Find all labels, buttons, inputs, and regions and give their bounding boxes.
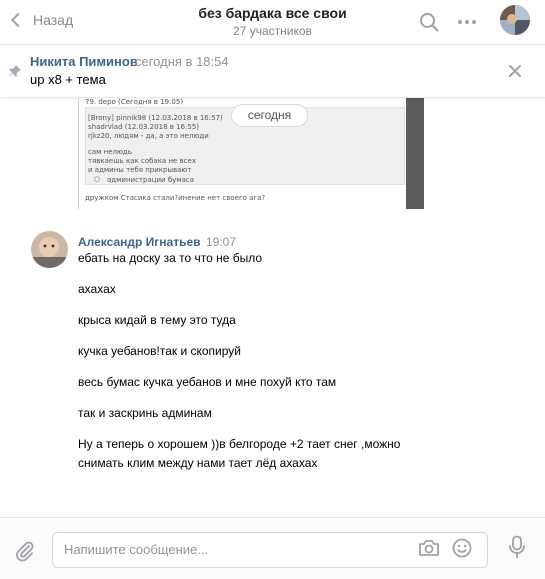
search-icon[interactable] (419, 12, 439, 32)
more-icon[interactable] (456, 12, 478, 32)
image-side-strip (406, 95, 424, 209)
pinned-text: up x8 + тема (30, 72, 106, 87)
message-time: 19:07 (206, 235, 237, 249)
message-text: Ну а теперь о хорошем ))в белгороде +2 т… (78, 437, 401, 451)
attachment-line: дружком Стасика стали?инение нет своего … (85, 194, 266, 202)
message-text: весь бумас кучка уебанов и мне похуй кто… (78, 375, 337, 389)
chat-avatar[interactable] (500, 5, 530, 35)
attachment-line: shadrvlad (12.03.2018 в 16:55) (88, 123, 200, 131)
message-text: крыса кидай в тему это туда (78, 313, 236, 327)
back-label: Назад (33, 12, 74, 28)
message-text: так и заскринь админам (78, 406, 212, 420)
chat-header: Назад без бардака все свои 27 участников (0, 0, 545, 45)
attachment-line: 79. depo (Сегодня в 19:05) (85, 98, 184, 106)
attachment-line: тявкаешь как собака не всех (88, 157, 196, 165)
back-button[interactable]: Назад (9, 9, 73, 31)
attachment-line: rjkz20, людям - да, а это нелюди (88, 132, 209, 140)
message-text: снимать клим между нами тает лёд ахахах (78, 456, 318, 470)
smile-icon[interactable] (452, 538, 472, 558)
camera-icon[interactable] (418, 538, 440, 558)
pinned-time: сегодня в 18:54 (135, 54, 229, 69)
message-text: кучка уебанов!так и скопируй (78, 344, 242, 358)
pinned-message[interactable]: Никита Пиминов сегодня в 18:54 up x8 + т… (0, 45, 545, 98)
message-input[interactable] (64, 542, 404, 557)
message-text: ахахах (78, 282, 116, 296)
chat-title: без бардака все свои (198, 5, 347, 21)
pinned-author[interactable]: Никита Пиминов (30, 54, 138, 69)
badge-icon: ○ (94, 175, 101, 183)
message-author[interactable]: Александр Игнатьев (78, 235, 201, 249)
attachment-line: [Brony] pinnik98 (12.03.2018 в 16:57) (88, 114, 223, 122)
date-divider: сегодня (231, 104, 308, 127)
avatar[interactable] (31, 231, 68, 268)
microphone-icon[interactable] (508, 535, 526, 559)
member-count: 27 участников (233, 24, 312, 38)
chevron-left-icon (10, 12, 26, 28)
attachment-line: администрации бумаса (107, 176, 195, 184)
attachment-line: сам нелюдь (88, 148, 132, 156)
attachment-line: и админы тебя прикрывают (88, 166, 192, 174)
message-text: ебать на доску за то что не было (78, 251, 263, 265)
paperclip-icon[interactable] (14, 540, 36, 562)
close-icon[interactable] (508, 64, 522, 78)
pin-icon (9, 65, 21, 77)
chat-title-block[interactable]: без бардака все свои 27 участников (150, 5, 395, 38)
